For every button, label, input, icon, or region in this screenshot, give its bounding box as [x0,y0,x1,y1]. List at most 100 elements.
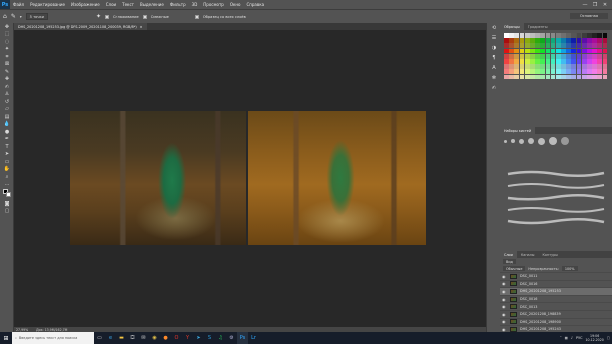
swatch[interactable] [519,53,525,59]
swatch[interactable] [545,53,551,59]
swatch[interactable] [571,38,577,43]
file-explorer-icon[interactable]: ▬ [116,332,127,344]
swatch[interactable] [602,48,608,54]
quick-select-tool-icon[interactable]: ✦ [0,46,14,54]
brush-preset-dot[interactable] [549,137,557,145]
swatch[interactable] [529,33,535,38]
swatch[interactable] [509,38,514,43]
swatch[interactable] [566,33,572,38]
brush-preset-dot[interactable] [519,138,524,144]
swatch[interactable] [504,33,509,38]
swatch[interactable] [550,64,556,69]
swatch[interactable] [514,48,520,54]
more-tools-icon[interactable]: … [0,181,14,189]
swatch[interactable] [514,53,520,59]
swatch[interactable] [514,43,520,49]
visibility-eye-icon[interactable]: ◉ [502,281,507,286]
swatch[interactable] [587,53,592,59]
layer-row[interactable]: ◉ DSC_20201208_198839 [500,309,612,318]
menu-select[interactable]: Выделение [137,2,167,7]
all-layers-checkbox[interactable] [194,14,199,19]
swatch[interactable] [519,58,525,64]
swatch[interactable] [550,53,556,59]
swatch[interactable] [535,74,540,80]
lasso-tool-icon[interactable]: ◌ [0,38,14,46]
swatch[interactable] [529,58,535,64]
opacity-input[interactable]: 100% [561,266,578,271]
history-icon[interactable]: ⟲ [487,23,501,33]
store-icon[interactable]: ⛋ [127,332,138,344]
swatch[interactable] [509,33,514,38]
swatch[interactable] [555,48,561,54]
swatch[interactable] [561,64,566,69]
swatch[interactable] [592,43,597,49]
type-tool-icon[interactable]: T [0,143,14,151]
path-selection-tool-icon[interactable]: ➤ [0,151,14,159]
swatch[interactable] [566,43,572,49]
swatch[interactable] [571,58,577,64]
swatch[interactable] [587,69,592,75]
brush-stroke-preview[interactable] [506,169,606,178]
swatch[interactable] [576,74,582,80]
photo-original[interactable] [70,111,246,245]
layer-row[interactable]: ◉ DSC_0016 [500,294,612,303]
swatch[interactable] [592,69,597,75]
photoshop-taskbar-icon[interactable]: Ps [237,332,248,344]
swatch[interactable] [561,69,566,75]
clone-stamp-tool-icon[interactable]: ♙ [0,91,14,99]
swatch[interactable] [566,58,572,64]
swatch[interactable] [566,69,572,75]
tab-brush-presets[interactable]: Наборы кистей [500,127,536,134]
swatch[interactable] [566,74,572,80]
swatch[interactable] [545,58,551,64]
swatch[interactable] [535,69,540,75]
visibility-eye-icon[interactable]: ◉ [502,304,507,309]
frame-tool-icon[interactable]: ⊠ [0,61,14,69]
swatch[interactable] [602,74,608,80]
workspace-select[interactable]: Основная [569,13,608,19]
swatch[interactable] [550,48,556,54]
move-tool-icon[interactable]: ✥ [0,23,14,31]
swatch[interactable] [592,53,597,59]
brush-stroke-preview[interactable] [506,217,606,226]
swatch[interactable] [514,64,520,69]
swatch[interactable] [602,53,608,59]
firefox-icon[interactable]: ● [160,332,171,344]
swatch[interactable] [550,43,556,49]
zoom-level[interactable]: 27,99% [16,328,28,332]
swatch[interactable] [592,38,597,43]
swatch[interactable] [587,48,592,54]
swatch[interactable] [587,38,592,43]
menu-edit[interactable]: Редактирование [27,2,68,7]
swatch[interactable] [550,74,556,80]
visibility-eye-icon[interactable]: ◉ [502,312,507,317]
adjustments-icon[interactable]: ◑ [487,43,501,53]
home-icon[interactable]: ⌂ [3,13,7,20]
tab-layers[interactable]: Слои [500,251,517,258]
swatch[interactable] [509,69,514,75]
swatch[interactable] [576,53,582,59]
brush-stroke-preview[interactable] [506,205,606,214]
swatch[interactable] [524,53,530,59]
swatch[interactable] [519,33,525,38]
swatch[interactable] [535,48,540,54]
swatch[interactable] [592,48,597,54]
layer-row[interactable]: ◉ DSC_0011 [500,272,612,280]
swatch[interactable] [550,58,556,64]
document-tab[interactable]: DHS_20201208_195253.jpg @ DFS-2009_20201… [14,23,147,30]
dodge-tool-icon[interactable]: ● [0,128,14,136]
swatch[interactable] [561,43,566,49]
swatch[interactable] [571,74,577,80]
swatch[interactable] [509,43,514,49]
layer-row[interactable]: ◉ DHS_20201208_198900 [500,317,612,326]
swatch[interactable] [587,33,592,38]
swatch[interactable] [529,38,535,43]
swatch[interactable] [581,74,587,80]
anti-alias-checkbox[interactable] [105,14,110,19]
swatch[interactable] [571,48,577,54]
clock[interactable]: 19:06 10.12.2020 [586,334,604,342]
swatch[interactable] [519,43,525,49]
swatch[interactable] [540,53,546,59]
eraser-tool-icon[interactable]: ▱ [0,106,14,114]
swatch[interactable] [524,74,530,80]
